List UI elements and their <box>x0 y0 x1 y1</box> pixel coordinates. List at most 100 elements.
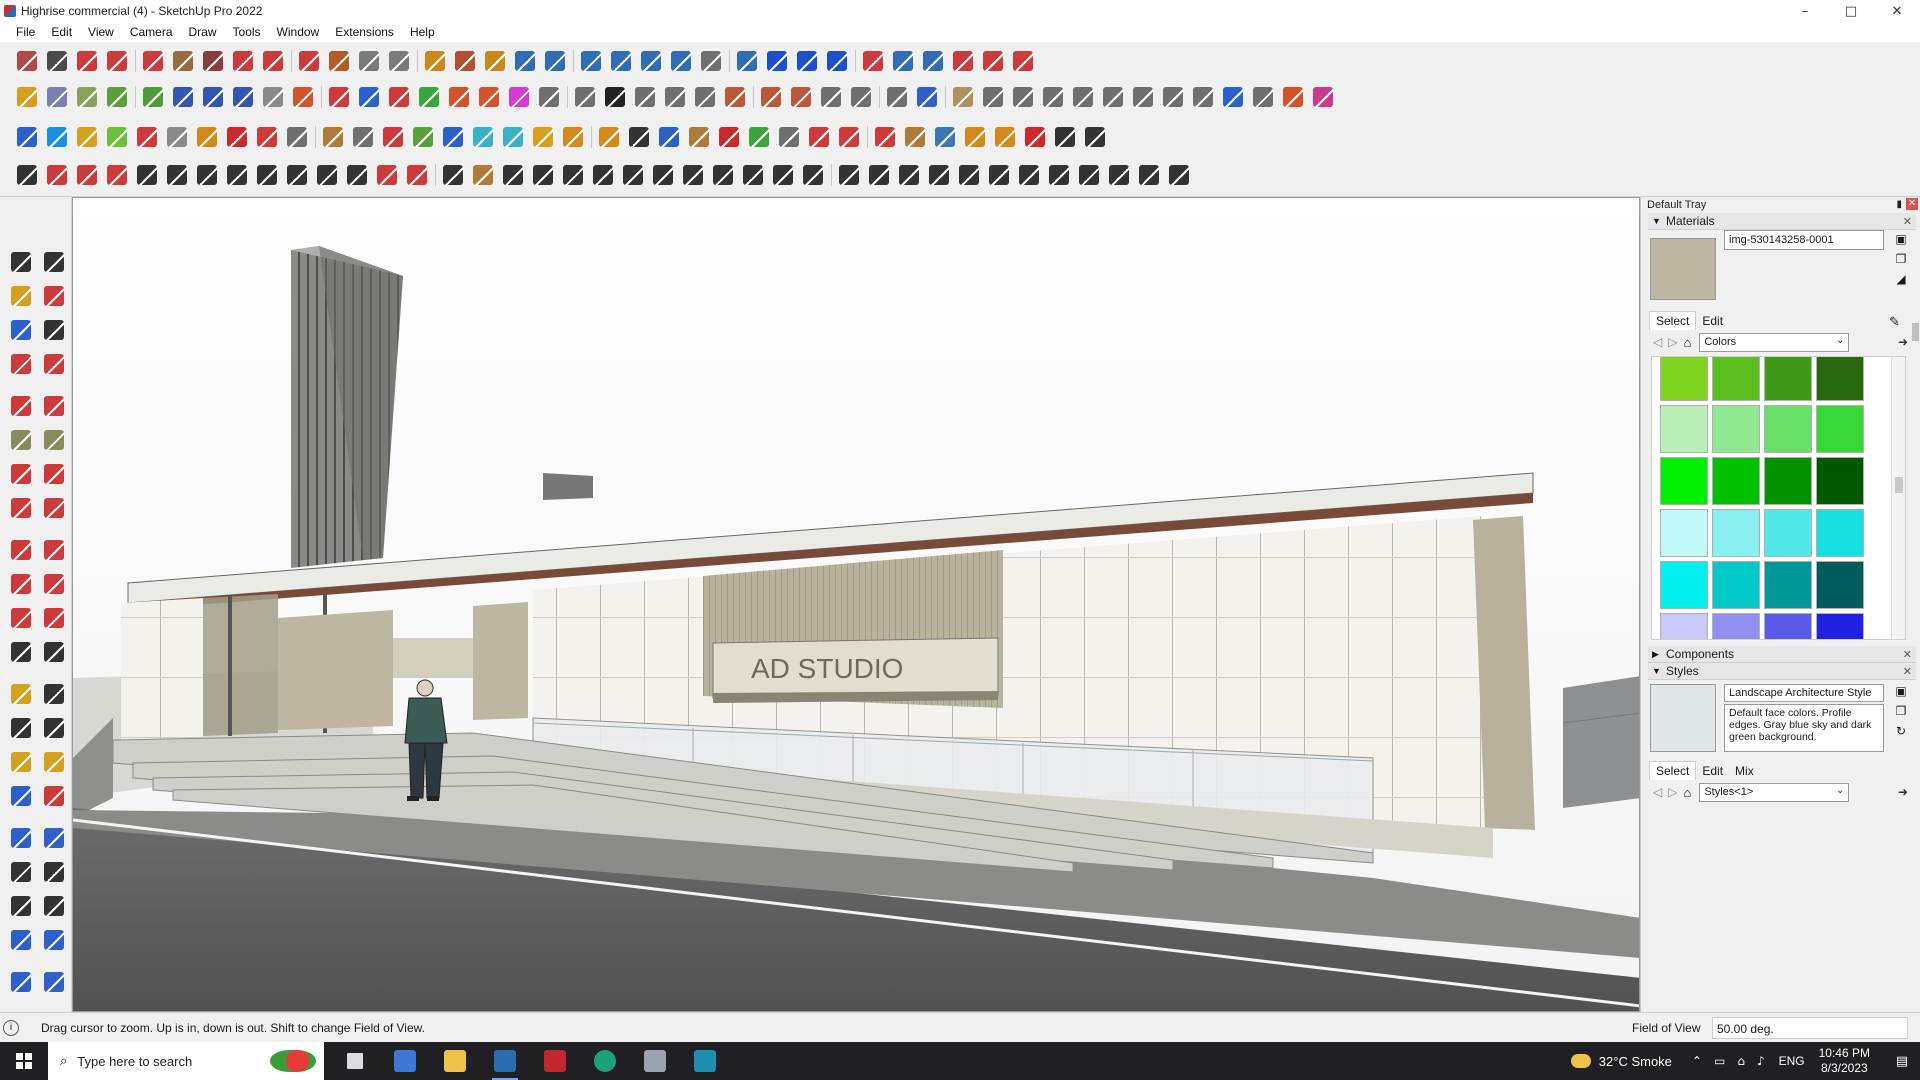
large-tool[interactable] <box>4 635 37 669</box>
color-swatch[interactable] <box>1660 357 1708 401</box>
toolbar-row1-tool[interactable] <box>12 46 42 76</box>
large-tool[interactable] <box>4 313 37 347</box>
toolbar-row2-tool[interactable] <box>258 82 288 112</box>
sample-paint-icon[interactable]: ◢ <box>1894 272 1908 286</box>
toolbar-row2-tool[interactable] <box>756 82 786 112</box>
toolbar-row1-tool[interactable] <box>138 46 168 76</box>
swatch-scrollbar[interactable] <box>1891 357 1905 639</box>
toolbar-row4-tool[interactable] <box>1014 160 1044 190</box>
large-tool[interactable] <box>37 245 70 279</box>
toolbar-row2-tool[interactable] <box>882 82 912 112</box>
toolbar-row2-tool[interactable] <box>816 82 846 112</box>
color-swatch[interactable] <box>1660 613 1708 639</box>
toolbar-row1-tool[interactable] <box>576 46 606 76</box>
menu-tools[interactable]: Tools <box>225 25 269 39</box>
toolbar-row2-tool[interactable] <box>720 82 750 112</box>
large-tool[interactable] <box>37 779 70 813</box>
toolbar-row2-tool[interactable] <box>690 82 720 112</box>
large-tool[interactable] <box>37 677 70 711</box>
large-tool[interactable] <box>4 533 37 567</box>
toolbar-row1-tool[interactable] <box>696 46 726 76</box>
toolbar-row4-tool[interactable] <box>372 160 402 190</box>
toolbar-row1-tool[interactable] <box>324 46 354 76</box>
toolbar-row2-tool[interactable] <box>630 82 660 112</box>
close-button[interactable]: ✕ <box>1874 0 1920 22</box>
toolbar-row4-tool[interactable] <box>864 160 894 190</box>
toolbar-row2-tool[interactable] <box>978 82 1008 112</box>
material-name-field[interactable]: img-530143258-0001 <box>1724 230 1884 250</box>
large-tool[interactable] <box>37 889 70 923</box>
battery-icon[interactable]: ▭ <box>1714 1054 1725 1068</box>
toolbar-row4-tool[interactable] <box>12 160 42 190</box>
color-swatch[interactable] <box>1712 405 1760 453</box>
toolbar-row2-tool[interactable] <box>288 82 318 112</box>
materials-panel-header[interactable]: ▼ Materials ✕ <box>1648 213 1916 230</box>
large-tool[interactable] <box>37 567 70 601</box>
toolbar-row4-tool[interactable] <box>222 160 252 190</box>
large-tool[interactable] <box>37 423 70 457</box>
toolbar-row2-tool[interactable] <box>42 82 72 112</box>
toolbar-row4-tool[interactable] <box>678 160 708 190</box>
large-tool[interactable] <box>4 491 37 525</box>
chevron-up-icon[interactable]: ⌃ <box>1692 1054 1702 1068</box>
toolbar-row1-tool[interactable] <box>384 46 414 76</box>
toolbar-row4-tool[interactable] <box>342 160 372 190</box>
toolbar-row4-tool[interactable] <box>132 160 162 190</box>
toolbar-row3-tool[interactable] <box>834 122 864 152</box>
large-tool[interactable] <box>4 889 37 923</box>
menu-help[interactable]: Help <box>402 25 443 39</box>
toolbar-row3-tool[interactable] <box>72 122 102 152</box>
color-swatch[interactable] <box>1712 457 1760 505</box>
toolbar-row3-tool[interactable] <box>318 122 348 152</box>
toolbar-row2-tool[interactable] <box>168 82 198 112</box>
sketchup-button[interactable] <box>480 1042 530 1080</box>
large-tool[interactable] <box>37 965 70 999</box>
large-tool[interactable] <box>37 491 70 525</box>
toolbar-row4-tool[interactable] <box>42 160 72 190</box>
toolbar-row1-tool[interactable] <box>198 46 228 76</box>
toolbar-row1-tool[interactable] <box>792 46 822 76</box>
toolbar-row3-tool[interactable] <box>102 122 132 152</box>
toolbar-row3-tool[interactable] <box>1020 122 1050 152</box>
toolbar-row2-tool[interactable] <box>102 82 132 112</box>
toolbar-row4-tool[interactable] <box>192 160 222 190</box>
toolbar-row1-tool[interactable] <box>540 46 570 76</box>
toolbar-row2-tool[interactable] <box>414 82 444 112</box>
pin-icon[interactable]: ▮ <box>1896 199 1902 210</box>
app-3-button[interactable] <box>680 1042 730 1080</box>
calculator-button[interactable] <box>380 1042 430 1080</box>
toolbar-row2-tool[interactable] <box>1218 82 1248 112</box>
toolbar-row3-tool[interactable] <box>468 122 498 152</box>
toolbar-row3-tool[interactable] <box>12 122 42 152</box>
large-tool[interactable] <box>4 601 37 635</box>
tab-edit[interactable]: Edit <box>1696 312 1729 330</box>
toolbar-row3-tool[interactable] <box>498 122 528 152</box>
toolbar-row1-tool[interactable] <box>732 46 762 76</box>
toolbar-row2-tool[interactable] <box>912 82 942 112</box>
large-tool[interactable] <box>4 389 37 423</box>
toolbar-row3-tool[interactable] <box>378 122 408 152</box>
toolbar-row4-tool[interactable] <box>954 160 984 190</box>
style-name-field[interactable]: Landscape Architecture Style <box>1724 684 1884 702</box>
toolbar-row3-tool[interactable] <box>1050 122 1080 152</box>
tab-select[interactable]: Select <box>1649 311 1697 330</box>
toolbar-row4-tool[interactable] <box>282 160 312 190</box>
toolbar-row2-tool[interactable] <box>138 82 168 112</box>
weather-widget[interactable]: 32°C Smoke <box>1570 1054 1672 1069</box>
create-style-icon[interactable]: ❐ <box>1894 704 1908 718</box>
toolbar-row2-tool[interactable] <box>72 82 102 112</box>
toolbar-row4-tool[interactable] <box>468 160 498 190</box>
color-swatch[interactable] <box>1660 405 1708 453</box>
color-swatch[interactable] <box>1764 561 1812 609</box>
toolbar-row1-tool[interactable] <box>42 46 72 76</box>
toolbar-row1-tool[interactable] <box>636 46 666 76</box>
volume-icon[interactable]: ♪ <box>1757 1054 1765 1068</box>
color-swatch[interactable] <box>1816 457 1864 505</box>
toolbar-row2-tool[interactable] <box>660 82 690 112</box>
toolbar-row4-tool[interactable] <box>708 160 738 190</box>
large-tool[interactable] <box>4 245 37 279</box>
large-tool[interactable] <box>4 423 37 457</box>
app-button[interactable] <box>630 1042 680 1080</box>
toolbar-row4-tool[interactable] <box>438 160 468 190</box>
toolbar-row3-tool[interactable] <box>438 122 468 152</box>
